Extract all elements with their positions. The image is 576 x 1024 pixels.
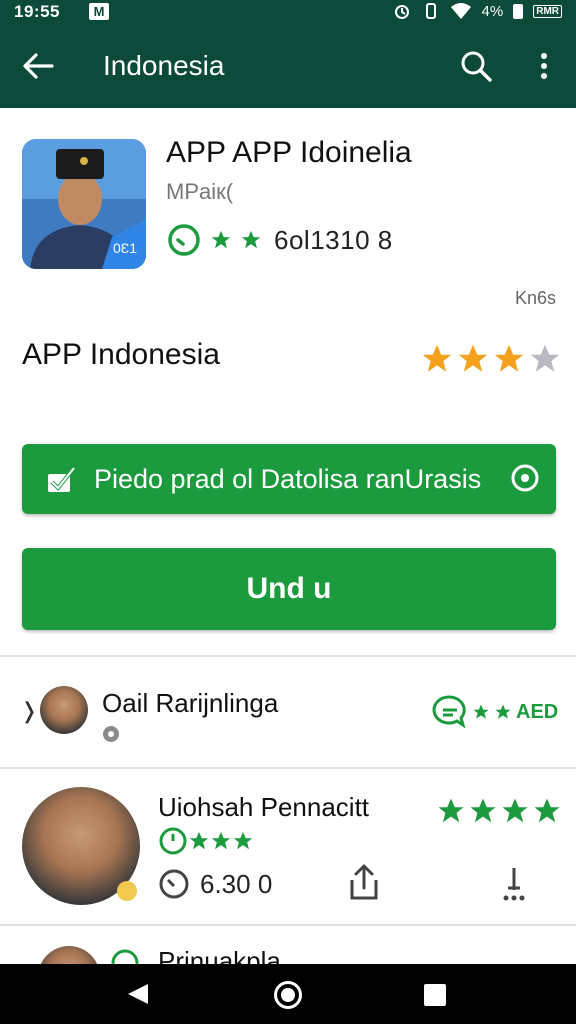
app-icon-badge: 0Ɛ1 — [113, 240, 137, 256]
star-icon — [470, 798, 496, 823]
arrow-left-icon — [23, 53, 54, 79]
review-sub-rating — [158, 826, 254, 856]
chevron-left-icon[interactable]: ❭ — [20, 698, 38, 724]
download-icon — [503, 868, 525, 901]
star-icon — [494, 344, 524, 372]
review-badge-text: AED — [516, 700, 559, 723]
more-options-button[interactable] — [530, 46, 558, 86]
divider — [0, 767, 576, 769]
star-icon — [233, 831, 253, 850]
download-button[interactable] — [498, 862, 530, 902]
star-icon — [241, 230, 261, 249]
review-badge: AED — [432, 694, 558, 730]
system-nav-bar — [0, 964, 576, 1024]
alarm-icon — [394, 5, 409, 19]
review-meta: 6.30 0 — [158, 868, 272, 900]
wifi-icon — [450, 3, 471, 19]
kinds-label: Kn6s — [514, 288, 556, 308]
nav-home-icon[interactable] — [274, 981, 302, 1009]
gmail-icon: M — [89, 3, 109, 20]
star-icon — [438, 798, 464, 823]
star-icon — [534, 798, 560, 823]
check-box-icon — [48, 466, 76, 492]
vibrate-icon — [425, 3, 436, 19]
rating-count: 6ol1310 8 — [274, 224, 393, 255]
install-button[interactable]: Und u — [22, 548, 556, 630]
star-icon — [495, 704, 511, 719]
search-button[interactable] — [456, 46, 496, 86]
app-bar: Indonesia — [0, 24, 576, 108]
review-count: 6.30 0 — [200, 868, 273, 899]
star-icon — [422, 344, 452, 372]
app-meta-row: 6ol1310 8 — [166, 222, 393, 258]
rating-stars — [420, 342, 562, 376]
battery-icon — [513, 3, 524, 19]
timer-icon — [159, 869, 189, 899]
avatar[interactable] — [40, 686, 88, 734]
status-badge: RMR — [533, 4, 562, 18]
star-icon — [458, 344, 488, 372]
star-empty-icon — [530, 344, 560, 372]
battery-percent: 4% — [481, 2, 504, 20]
app-name: APP APP Idoinelia — [166, 136, 412, 169]
info-icon[interactable] — [510, 463, 540, 493]
clock-icon — [159, 827, 187, 855]
search-icon — [461, 51, 492, 82]
star-icon — [211, 831, 231, 850]
section-title: APP Indonesia — [22, 338, 220, 371]
developer-name[interactable]: MPaiк( — [166, 178, 233, 206]
status-bar: 19:55 M 4% RMR — [0, 0, 576, 24]
star-icon — [211, 230, 231, 249]
clock-icon — [168, 224, 200, 256]
nav-back-icon[interactable] — [126, 982, 150, 1006]
star-icon — [189, 831, 209, 850]
app-icon[interactable]: 0Ɛ1 — [22, 139, 146, 269]
share-icon — [350, 864, 378, 900]
reviewer-name[interactable]: Uiohsah Pennacitt — [158, 790, 369, 824]
verified-badge-icon — [117, 881, 137, 901]
status-icons: 4% RMR — [392, 2, 562, 20]
more-vert-icon — [541, 53, 547, 79]
status-time: 19:55 — [14, 2, 60, 21]
page-title: Indonesia — [103, 50, 225, 81]
share-button[interactable] — [346, 862, 382, 902]
primary-action-button[interactable]: Piedo prad ol Datolisa ranUrasis — [22, 444, 556, 514]
globe-icon — [103, 726, 119, 742]
back-button[interactable] — [20, 48, 60, 84]
nav-recents-icon[interactable] — [424, 984, 446, 1006]
review-stars — [436, 796, 562, 826]
divider — [0, 924, 576, 926]
divider — [0, 655, 576, 657]
reviewer-name[interactable]: Oail Rarijnlinga — [102, 686, 278, 720]
star-icon — [473, 704, 489, 719]
primary-action-label: Piedo prad ol Datolisa ranUrasis — [94, 464, 482, 494]
star-icon — [502, 798, 528, 823]
app-icon-portrait: 0Ɛ1 — [22, 139, 146, 269]
chat-icon — [432, 695, 466, 729]
